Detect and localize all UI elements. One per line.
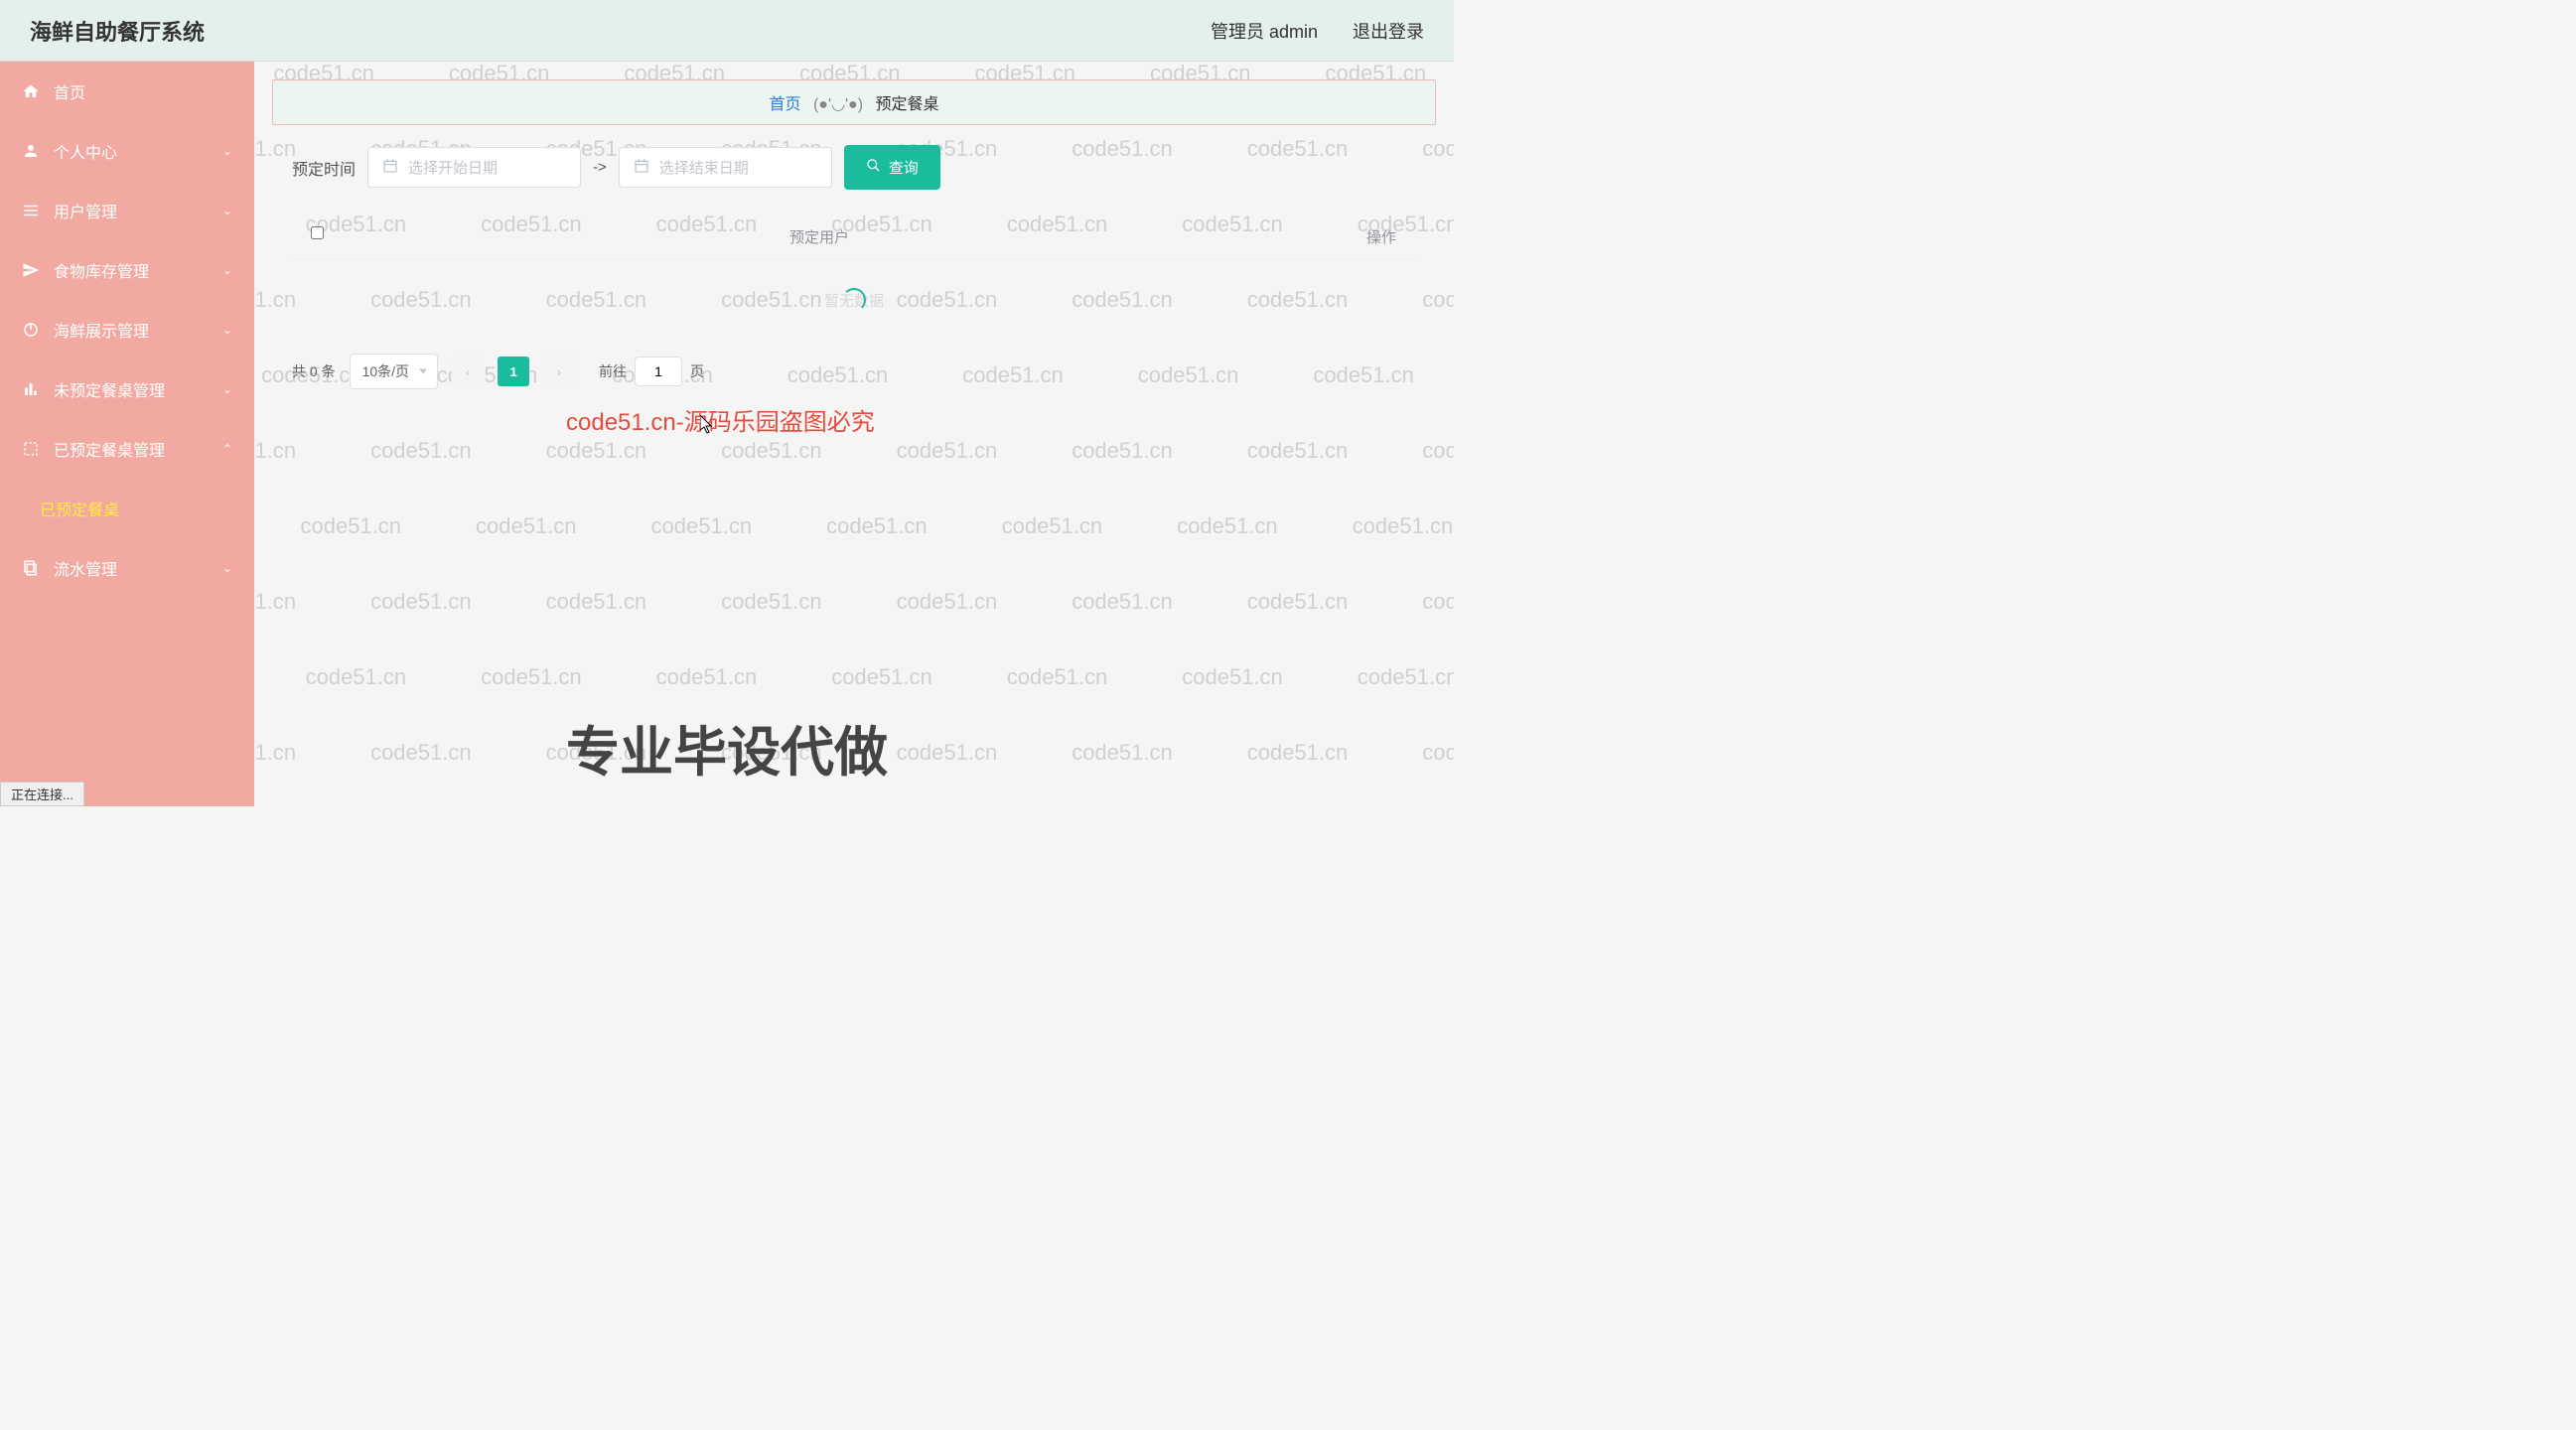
bar-icon [22, 380, 40, 398]
power-icon [22, 321, 40, 339]
send-icon [22, 261, 40, 279]
watermark-big-text: 专业毕设代做 [566, 708, 888, 786]
breadcrumb-current: 预定餐桌 [875, 96, 938, 113]
chevron-up-icon: ⌃ [222, 442, 232, 456]
table-header: 预定用户 操作 [292, 214, 1416, 260]
col-action-header: 操作 [1297, 226, 1416, 247]
sidebar-label: 首页 [54, 79, 85, 103]
sidebar-label: 已预定餐桌管理 [54, 437, 165, 461]
sidebar-label: 已预定餐桌 [40, 497, 119, 520]
prev-page-button[interactable]: ‹ [452, 357, 484, 386]
page-goto: 前往 页 [599, 357, 704, 386]
copy-icon [22, 559, 40, 577]
sidebar-label: 个人中心 [54, 139, 117, 163]
sidebar-item-users[interactable]: 用户管理 ⌄ [0, 181, 254, 240]
sidebar-item-unreserved[interactable]: 未预定餐桌管理 ⌄ [0, 359, 254, 419]
breadcrumb: 首页 (●'◡'●) 预定餐桌 [272, 79, 1436, 125]
sidebar-label: 未预定餐桌管理 [54, 377, 165, 401]
chevron-down-icon: ⌄ [222, 382, 232, 396]
user-icon [22, 142, 40, 160]
search-button-label: 查询 [889, 157, 919, 178]
placeholder: 选择开始日期 [408, 157, 498, 178]
col-checkbox[interactable] [292, 226, 342, 247]
breadcrumb-home[interactable]: 首页 [770, 96, 801, 113]
goto-input[interactable] [635, 357, 682, 386]
calendar-icon [634, 158, 649, 178]
home-icon [22, 82, 40, 100]
sidebar: 首页 个人中心 ⌄ 用户管理 ⌄ 食物库存管理 ⌄ 海鲜展示管理 ⌄ 未预定餐桌… [0, 62, 254, 806]
pagination: 共 0 条 10条/页 ‹ 1 › 前往 页 [272, 340, 1436, 403]
header: 海鲜自助餐厅系统 管理员 admin 退出登录 [0, 0, 1454, 62]
sidebar-label: 用户管理 [54, 199, 117, 222]
goto-suffix: 页 [690, 361, 704, 381]
sidebar-item-home[interactable]: 首页 [0, 62, 254, 121]
breadcrumb-sep: (●'◡'●) [813, 96, 863, 113]
chevron-down-icon: ⌄ [222, 323, 232, 337]
select-all-checkbox[interactable] [311, 226, 324, 239]
header-right: 管理员 admin 退出登录 [1211, 18, 1424, 44]
col-user-header: 预定用户 [342, 226, 1297, 247]
sidebar-label: 海鲜展示管理 [54, 318, 149, 342]
expand-icon [22, 440, 40, 458]
sidebar-item-profile[interactable]: 个人中心 ⌄ [0, 121, 254, 181]
sidebar-label: 食物库存管理 [54, 258, 149, 282]
browser-status-bar: 正在连接... [0, 782, 84, 806]
page-1-button[interactable]: 1 [498, 357, 529, 386]
date-range-arrow: -> [593, 159, 607, 176]
mouse-cursor-icon [700, 415, 714, 440]
search-button[interactable]: 查询 [844, 145, 940, 190]
sidebar-item-reserved-table[interactable]: 已预定餐桌 [0, 479, 254, 538]
list-icon [22, 202, 40, 219]
watermark-red-text: code51.cn-源码乐园盗图必究 [566, 402, 875, 437]
sidebar-item-inventory[interactable]: 食物库存管理 ⌄ [0, 240, 254, 300]
goto-prefix: 前往 [599, 361, 627, 381]
sidebar-item-reserved[interactable]: 已预定餐桌管理 ⌃ [0, 419, 254, 479]
search-row: 预定时间 选择开始日期 -> 选择结束日期 查询 [272, 145, 1436, 214]
sidebar-item-seafood[interactable]: 海鲜展示管理 ⌄ [0, 300, 254, 359]
chevron-down-icon: ⌄ [222, 263, 232, 277]
table-area: 预定用户 操作 暂无数据 [272, 214, 1436, 340]
user-label[interactable]: 管理员 admin [1211, 18, 1318, 44]
app-title: 海鲜自助餐厅系统 [30, 15, 205, 47]
start-date-input[interactable]: 选择开始日期 [367, 147, 581, 188]
table-empty: 暂无数据 [292, 260, 1416, 340]
sidebar-item-flow[interactable]: 流水管理 ⌄ [0, 538, 254, 598]
pagination-total: 共 0 条 [292, 361, 336, 381]
chevron-down-icon: ⌄ [222, 204, 232, 217]
logout-link[interactable]: 退出登录 [1353, 18, 1424, 44]
empty-text: 暂无数据 [824, 290, 884, 311]
next-page-button[interactable]: › [543, 357, 575, 386]
calendar-icon [382, 158, 398, 178]
chevron-down-icon: ⌄ [222, 561, 232, 575]
search-label: 预定时间 [292, 156, 356, 180]
placeholder: 选择结束日期 [659, 157, 749, 178]
chevron-down-icon: ⌄ [222, 144, 232, 158]
page-size-select[interactable]: 10条/页 [350, 354, 438, 389]
search-icon [866, 158, 881, 177]
end-date-input[interactable]: 选择结束日期 [619, 147, 832, 188]
sidebar-label: 流水管理 [54, 556, 117, 580]
